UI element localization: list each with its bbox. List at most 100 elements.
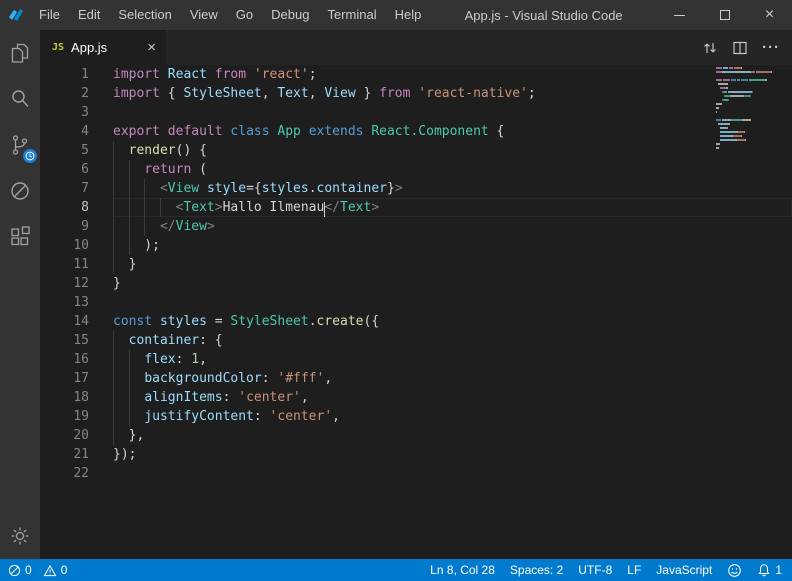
- open-changes-icon[interactable]: [702, 40, 718, 56]
- line-number[interactable]: 18: [40, 388, 113, 407]
- vscode-window: FileEditSelectionViewGoDebugTerminalHelp…: [0, 0, 792, 581]
- indent-guide: [144, 217, 145, 236]
- code-line[interactable]: 7 <View style={styles.container}>: [40, 179, 792, 198]
- line-number[interactable]: 17: [40, 369, 113, 388]
- editor-lines: 1import React from 'react';2import { Sty…: [40, 65, 792, 483]
- menu-edit[interactable]: Edit: [69, 0, 109, 30]
- code-line[interactable]: 15 container: {: [40, 331, 792, 350]
- language-mode[interactable]: JavaScript: [656, 563, 712, 577]
- indentation-setting[interactable]: Spaces: 2: [510, 563, 563, 577]
- menu-selection[interactable]: Selection: [109, 0, 180, 30]
- notifications-bell[interactable]: 1: [757, 563, 782, 577]
- code-line[interactable]: 19 justifyContent: 'center',: [40, 407, 792, 426]
- line-number[interactable]: 9: [40, 217, 113, 236]
- code-line[interactable]: 5 render() {: [40, 141, 792, 160]
- code-line[interactable]: 1import React from 'react';: [40, 65, 792, 84]
- line-number[interactable]: 16: [40, 350, 113, 369]
- indent-guide: [144, 179, 145, 198]
- menu-view[interactable]: View: [181, 0, 227, 30]
- line-number[interactable]: 13: [40, 293, 113, 312]
- line-number[interactable]: 1: [40, 65, 113, 84]
- editor[interactable]: 1import React from 'react';2import { Sty…: [40, 65, 792, 559]
- code-line[interactable]: 9 </View>: [40, 217, 792, 236]
- search-icon[interactable]: [0, 76, 40, 122]
- tab-appjs[interactable]: JS App.js ×: [40, 30, 166, 65]
- status-bar: 0 0 Ln 8, Col 28 Spaces: 2 UTF-8 LF Java…: [0, 559, 792, 581]
- notification-count: 1: [775, 563, 782, 577]
- bell-icon: [757, 563, 771, 577]
- indent-guide: [129, 350, 130, 369]
- indent-guide: [144, 198, 145, 217]
- code-line[interactable]: 2import { StyleSheet, Text, View } from …: [40, 84, 792, 103]
- line-number[interactable]: 22: [40, 464, 113, 483]
- line-number[interactable]: 19: [40, 407, 113, 426]
- code-line[interactable]: 10 );: [40, 236, 792, 255]
- window-controls: ×: [657, 0, 792, 30]
- menu-help[interactable]: Help: [386, 0, 431, 30]
- code-line[interactable]: 12}: [40, 274, 792, 293]
- line-number[interactable]: 14: [40, 312, 113, 331]
- code-line[interactable]: 16 flex: 1,: [40, 350, 792, 369]
- menu-terminal[interactable]: Terminal: [318, 0, 385, 30]
- warning-count: 0: [61, 563, 68, 577]
- code-line[interactable]: 22: [40, 464, 792, 483]
- error-status[interactable]: 0: [8, 563, 32, 577]
- line-number[interactable]: 10: [40, 236, 113, 255]
- code-line[interactable]: 6 return (: [40, 160, 792, 179]
- sync-clock-badge: [23, 149, 37, 163]
- more-actions-icon[interactable]: ···: [762, 39, 780, 56]
- close-button[interactable]: ×: [747, 0, 792, 30]
- line-number[interactable]: 8: [40, 198, 113, 217]
- text-cursor: [324, 202, 326, 217]
- line-number[interactable]: 15: [40, 331, 113, 350]
- indent-guide: [113, 255, 114, 274]
- feedback-smiley-icon[interactable]: [727, 563, 742, 578]
- indent-guide: [129, 388, 130, 407]
- line-number[interactable]: 5: [40, 141, 113, 160]
- code-line[interactable]: 14const styles = StyleSheet.create({: [40, 312, 792, 331]
- vscode-logo-icon: [8, 7, 24, 23]
- activity-bar: [0, 30, 40, 559]
- line-number[interactable]: 4: [40, 122, 113, 141]
- code-line[interactable]: 13: [40, 293, 792, 312]
- code-line[interactable]: 4export default class App extends React.…: [40, 122, 792, 141]
- menu-file[interactable]: File: [30, 0, 69, 30]
- code-line[interactable]: 3: [40, 103, 792, 122]
- indent-guide: [113, 179, 114, 198]
- code-line[interactable]: 20 },: [40, 426, 792, 445]
- minimize-button[interactable]: [657, 0, 702, 30]
- maximize-button[interactable]: [702, 0, 747, 30]
- cursor-position[interactable]: Ln 8, Col 28: [430, 563, 495, 577]
- indent-guide: [113, 217, 114, 236]
- menu-debug[interactable]: Debug: [262, 0, 318, 30]
- eol-setting[interactable]: LF: [627, 563, 641, 577]
- line-number[interactable]: 21: [40, 445, 113, 464]
- extensions-icon[interactable]: [0, 214, 40, 260]
- menu-go[interactable]: Go: [227, 0, 262, 30]
- split-editor-icon[interactable]: [732, 40, 748, 56]
- code-line[interactable]: 18 alignItems: 'center',: [40, 388, 792, 407]
- line-number[interactable]: 6: [40, 160, 113, 179]
- line-number[interactable]: 2: [40, 84, 113, 103]
- settings-gear-icon[interactable]: [0, 513, 40, 559]
- warning-status[interactable]: 0: [43, 563, 68, 577]
- warning-icon: [43, 564, 57, 577]
- source-control-icon[interactable]: [0, 122, 40, 168]
- line-number[interactable]: 3: [40, 103, 113, 122]
- code-line[interactable]: 21});: [40, 445, 792, 464]
- code-line[interactable]: 17 backgroundColor: '#fff',: [40, 369, 792, 388]
- explorer-icon[interactable]: [0, 30, 40, 76]
- encoding-setting[interactable]: UTF-8: [578, 563, 612, 577]
- line-number[interactable]: 7: [40, 179, 113, 198]
- tab-close-icon[interactable]: ×: [145, 40, 158, 55]
- line-number[interactable]: 12: [40, 274, 113, 293]
- minimap[interactable]: [716, 67, 778, 155]
- indent-guide: [113, 160, 114, 179]
- indent-guide: [129, 198, 130, 217]
- indent-guide: [113, 141, 114, 160]
- line-number[interactable]: 11: [40, 255, 113, 274]
- code-line[interactable]: 8 <Text>Hallo Ilmenau</Text>: [40, 198, 792, 217]
- code-line[interactable]: 11 }: [40, 255, 792, 274]
- line-number[interactable]: 20: [40, 426, 113, 445]
- debug-icon[interactable]: [0, 168, 40, 214]
